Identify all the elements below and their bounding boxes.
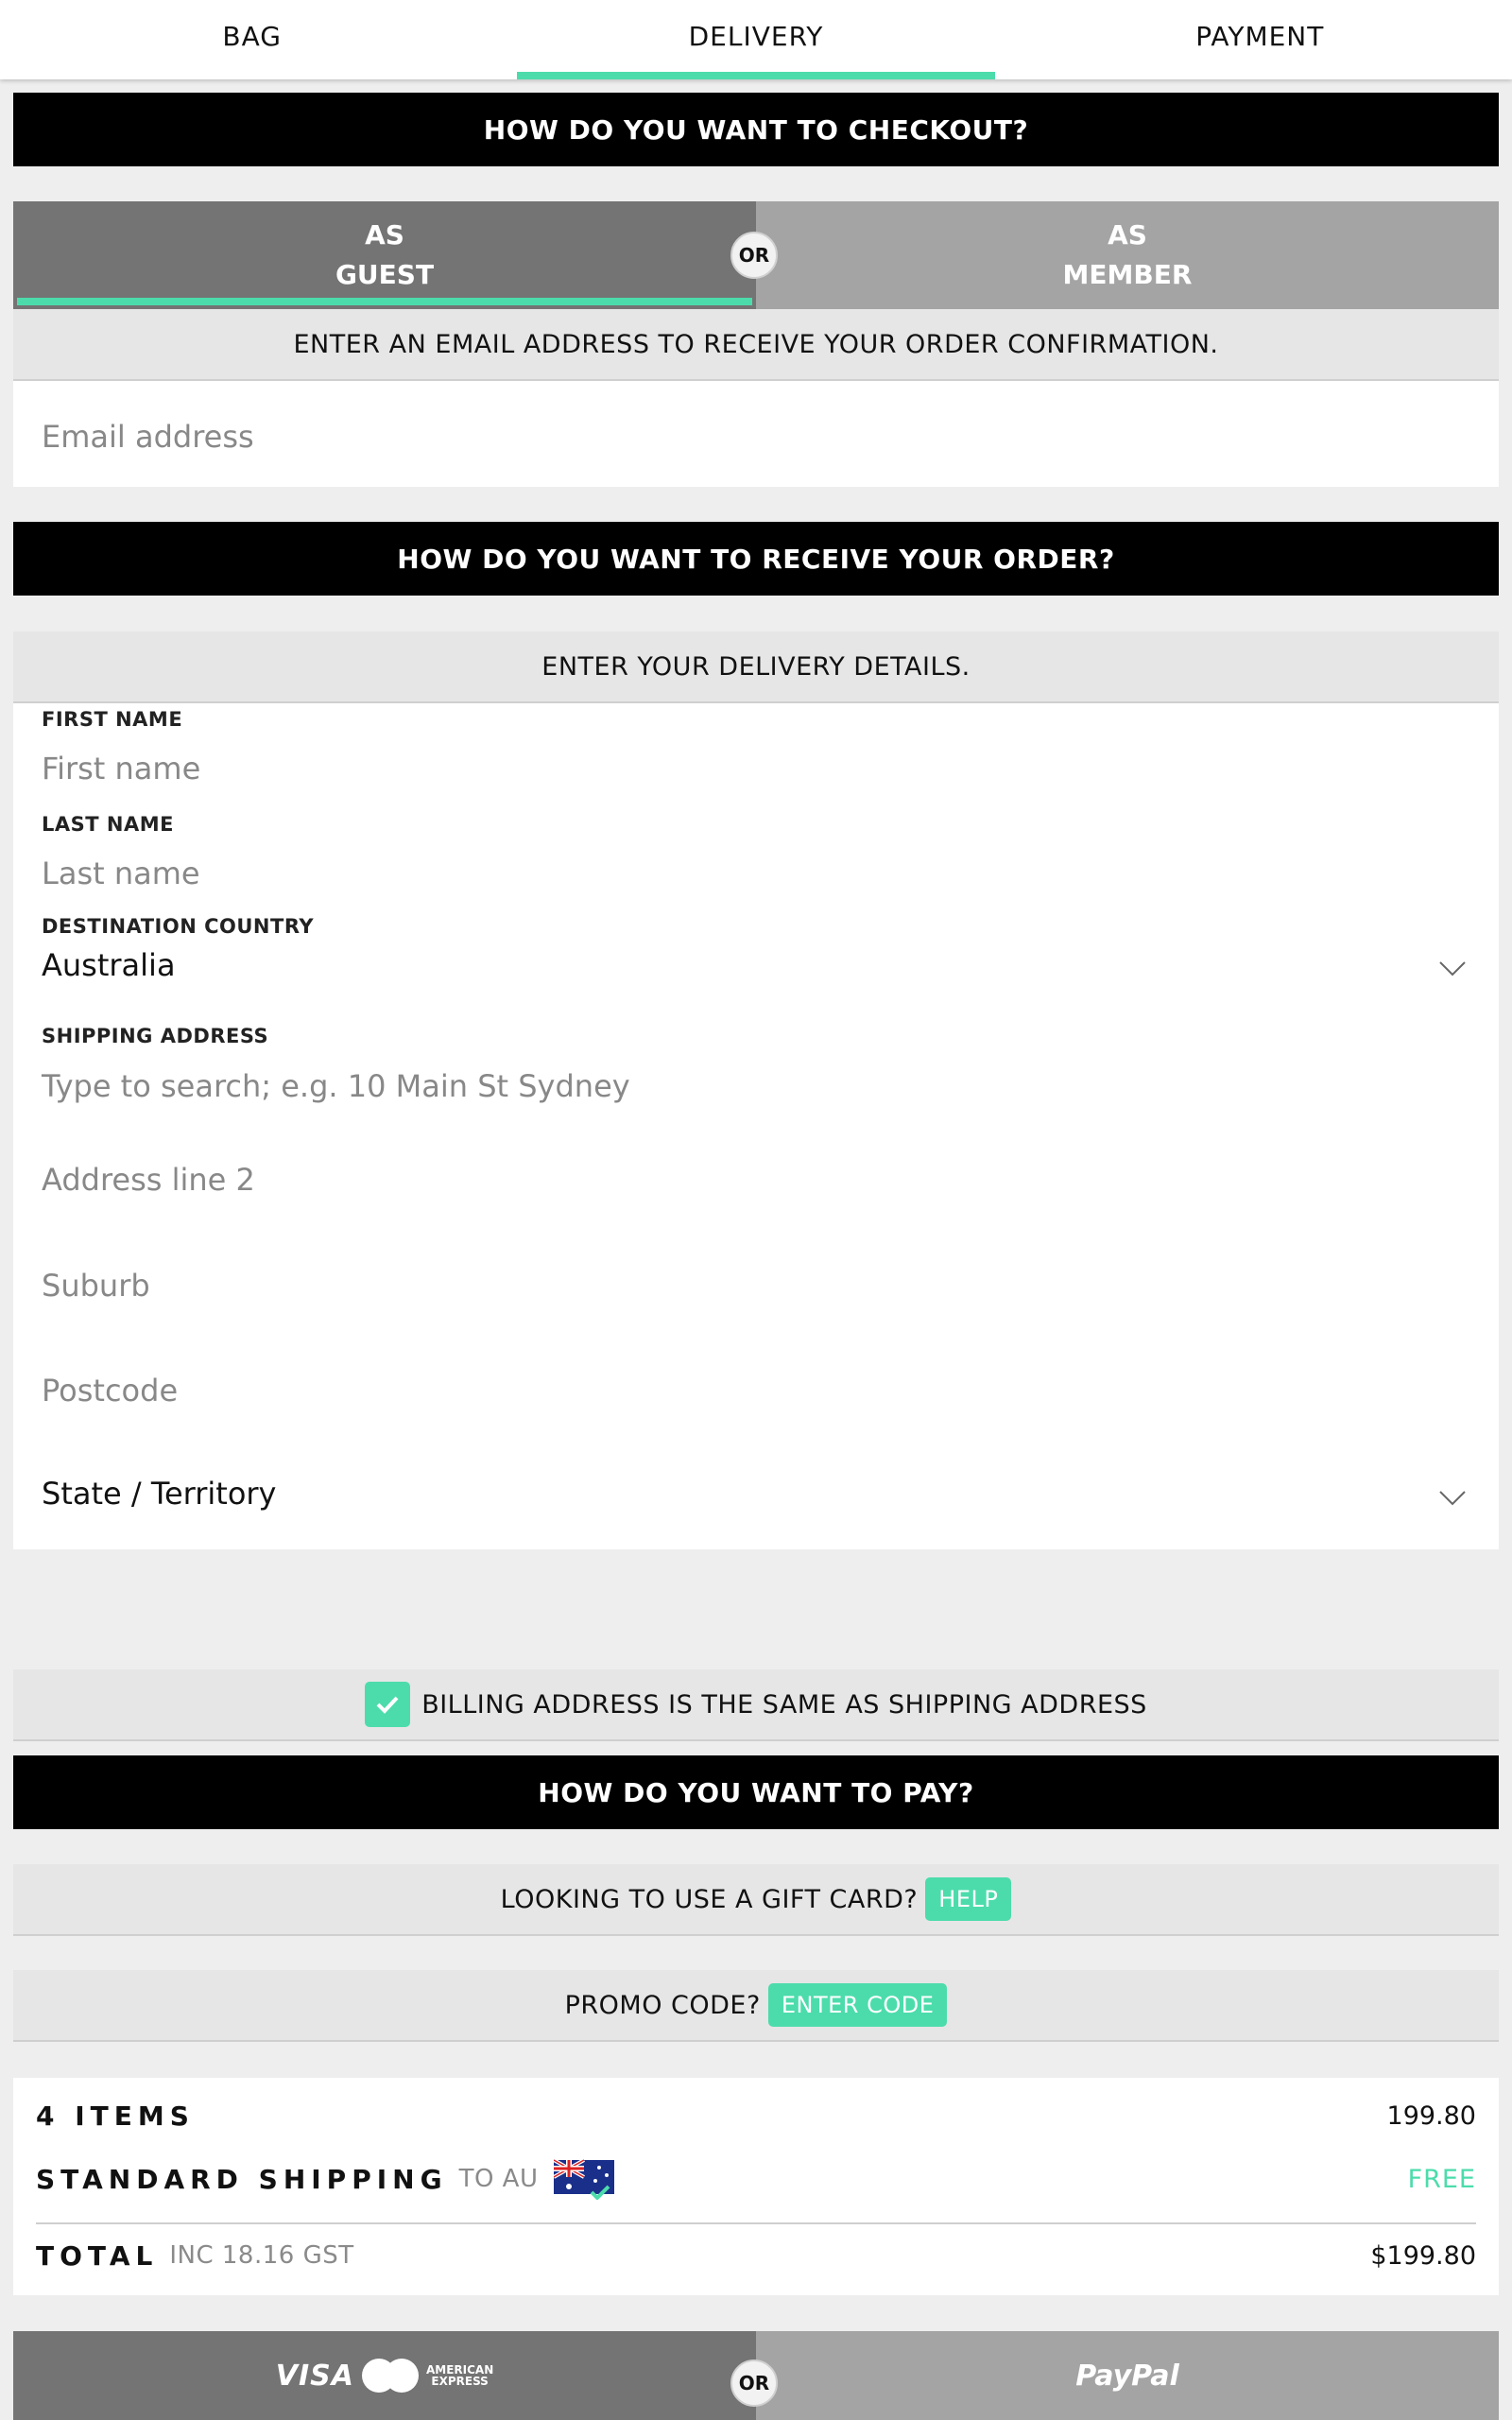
billing-checkbox[interactable] [365,1682,411,1727]
summary-total-row: TOTAL INC 18.16 GST $199.80 [36,2235,1476,2276]
step-delivery[interactable]: DELIVERY [504,0,1007,79]
check-icon [376,1696,399,1714]
amex-logo: AMERICAN EXPRESS [426,2364,493,2387]
visa-logo: VISA [275,2359,354,2393]
shipping-address-label: SHIPPING ADDRESS [42,1025,269,1047]
summary-divider [36,2222,1476,2224]
guest-label-line2: GUEST [335,259,435,290]
shipping-address-input[interactable]: Type to search; e.g. 10 Main St Sydney [42,1068,630,1104]
total-value: $199.80 [1370,2240,1476,2271]
guest-label-line1: AS [365,219,404,251]
paypal-option[interactable]: PayPal [756,2331,1499,2420]
last-name-label: LAST NAME [42,813,174,836]
delivery-prompt: ENTER YOUR DELIVERY DETAILS. [13,631,1499,703]
step-payment[interactable]: PAYMENT [1008,0,1512,79]
state-select[interactable]: State / Territory [42,1476,276,1512]
gift-card-row: LOOKING TO USE A GIFT CARD? HELP [13,1864,1499,1936]
shipping-value: FREE [1407,2164,1476,2194]
member-option[interactable]: AS MEMBER [756,201,1499,309]
mastercard-logo [361,2359,419,2393]
chevron-down-icon[interactable] [1438,1490,1467,1507]
member-label-line2: MEMBER [1062,259,1193,290]
promo-code-row: PROMO CODE? ENTER CODE [13,1970,1499,2042]
first-name-label: FIRST NAME [42,708,183,731]
postcode-input[interactable]: Postcode [42,1373,178,1409]
australia-flag-icon [553,2158,614,2200]
checkout-steps: BAG DELIVERY PAYMENT [0,0,1512,79]
card-payment-option[interactable]: VISA AMERICAN EXPRESS [13,2331,756,2420]
receive-heading: HOW DO YOU WANT TO RECEIVE YOUR ORDER? [13,522,1499,596]
amex-line2: EXPRESS [431,2375,489,2388]
shipping-destination: TO AU [458,2165,539,2193]
billing-same-label: BILLING ADDRESS IS THE SAME AS SHIPPING … [421,1689,1147,1720]
pay-heading: HOW DO YOU WANT TO PAY? [13,1755,1499,1829]
items-count: 4 ITEMS [36,2100,195,2132]
email-field[interactable]: Email address [13,381,1499,487]
total-label: TOTAL [36,2239,159,2272]
shipping-method: STANDARD SHIPPING [36,2163,448,2195]
order-summary: 4 ITEMS 199.80 STANDARD SHIPPING TO AU F… [13,2078,1499,2295]
chevron-down-icon[interactable] [1438,960,1467,977]
or-badge-payment: OR [730,2360,778,2407]
summary-shipping-row: STANDARD SHIPPING TO AU FREE [36,2155,1476,2203]
summary-items-row: 4 ITEMS 199.80 [36,2097,1476,2135]
delivery-form: FIRST NAME First name LAST NAME Last nam… [13,703,1499,1549]
step-bag[interactable]: BAG [0,0,504,79]
items-value: 199.80 [1386,2100,1476,2131]
country-select[interactable]: Australia [42,947,176,983]
enter-code-button[interactable]: ENTER CODE [767,1983,948,2027]
guest-option[interactable]: AS GUEST [13,201,756,309]
email-prompt: ENTER AN EMAIL ADDRESS TO RECEIVE YOUR O… [13,309,1499,381]
member-label-line1: AS [1108,219,1147,251]
paypal-logo: PayPal [1075,2359,1179,2393]
billing-same-row[interactable]: BILLING ADDRESS IS THE SAME AS SHIPPING … [13,1669,1499,1741]
total-tax: INC 18.16 GST [169,2241,354,2270]
last-name-input[interactable]: Last name [42,856,200,891]
email-placeholder: Email address [42,419,254,455]
gift-card-help-button[interactable]: HELP [925,1877,1012,1921]
promo-code-text: PROMO CODE? [564,1990,761,2020]
first-name-input[interactable]: First name [42,751,200,786]
suburb-input[interactable]: Suburb [42,1268,150,1304]
address-line2-input[interactable]: Address line 2 [42,1162,255,1198]
or-badge-checkout: OR [730,232,778,279]
gift-card-text: LOOKING TO USE A GIFT CARD? [500,1884,919,1914]
checkout-heading: HOW DO YOU WANT TO CHECKOUT? [13,93,1499,166]
country-label: DESTINATION COUNTRY [42,915,315,938]
